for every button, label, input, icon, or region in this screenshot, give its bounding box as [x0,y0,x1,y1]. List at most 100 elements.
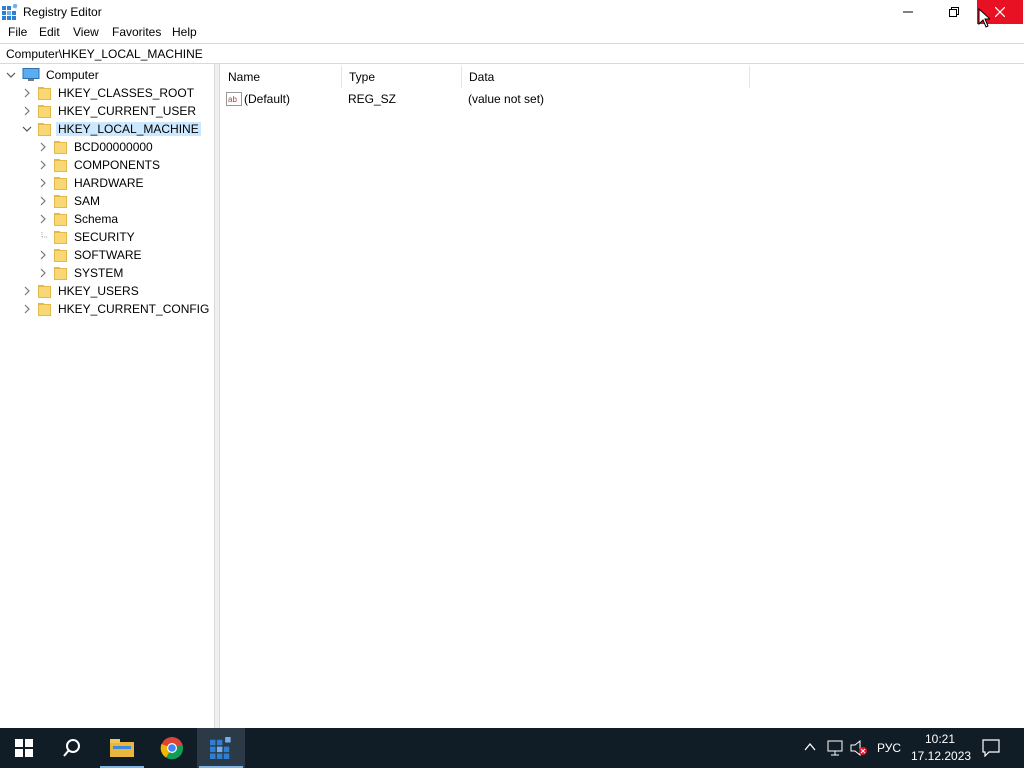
folder-icon [38,104,52,118]
tree-label: HKEY_CURRENT_CONFIG [58,302,210,316]
tree-item-hkey-current-config[interactable]: HKEY_CURRENT_CONFIG [22,300,209,318]
volume-muted-icon[interactable] [850,740,868,756]
folder-icon [54,266,68,280]
chevron-right-icon[interactable] [38,250,48,260]
chevron-right-icon[interactable] [38,142,48,152]
window-title: Registry Editor [23,5,102,19]
search-icon [63,739,80,757]
chevron-right-icon[interactable] [38,160,48,170]
folder-icon [38,122,52,136]
column-header-data[interactable]: Data [462,66,750,88]
folder-icon [54,212,68,226]
registry-editor-icon [2,4,18,20]
show-hidden-icons-icon[interactable] [804,742,816,752]
tree-item-bcd00000000[interactable]: BCD00000000 [38,138,153,156]
chevron-right-icon[interactable] [22,304,32,314]
start-button[interactable] [0,728,48,768]
close-icon [995,7,1005,17]
menu-favorites[interactable]: Favorites [112,25,161,39]
clock-time[interactable]: 10:21 [925,732,955,746]
tree-item-schema[interactable]: Schema [38,210,118,228]
chevron-right-icon[interactable] [38,268,48,278]
value-type: REG_SZ [348,92,397,106]
menu-edit[interactable]: Edit [39,25,60,39]
folder-icon [54,158,68,172]
column-header-type[interactable]: Type [342,66,462,88]
folder-icon [54,140,68,154]
tree-item-components[interactable]: COMPONENTS [38,156,160,174]
folder-icon [54,248,68,262]
start-icon [15,739,33,757]
tree-label: Computer [46,68,99,82]
folder-icon [38,284,52,298]
tree-label: BCD00000000 [74,140,153,154]
value-data: (value not set) [468,92,545,106]
address-bar[interactable]: Computer\HKEY_LOCAL_MACHINE [0,43,1024,64]
tree-item-software[interactable]: SOFTWARE [38,246,142,264]
tree-label: HKEY_LOCAL_MACHINE [56,122,201,136]
tree-label: SYSTEM [74,266,124,280]
title-bar: Registry Editor [0,0,1024,24]
chevron-right-icon[interactable] [38,178,48,188]
restore-icon [949,7,959,17]
restore-button[interactable] [931,0,977,24]
taskbar-file-explorer[interactable] [98,728,146,768]
tree-label: SOFTWARE [74,248,142,262]
tree-item-hkey-classes-root[interactable]: HKEY_CLASSES_ROOT [22,84,194,102]
folder-icon [54,194,68,208]
tree-label: Schema [74,212,119,226]
tree-item-security[interactable]: SECURITY [38,228,135,246]
network-icon[interactable] [827,740,843,756]
chevron-down-icon[interactable] [22,124,32,134]
tree-label: SECURITY [74,230,135,244]
registry-editor-icon [210,737,231,759]
minimize-icon [903,11,913,13]
chrome-icon [160,737,184,760]
tree-label: HARDWARE [74,176,144,190]
chevron-right-icon[interactable] [22,106,32,116]
tree-item-sam[interactable]: SAM [38,192,100,210]
folder-icon [54,230,68,244]
column-header-name[interactable]: Name [221,66,342,88]
tree-item-hkey-local-machine[interactable]: HKEY_LOCAL_MACHINE [22,120,201,138]
file-explorer-icon [110,739,134,757]
tree-label: HKEY_CURRENT_USER [58,104,197,118]
tree-label: COMPONENTS [74,158,161,172]
menu-file[interactable]: File [8,25,27,39]
tree-label: HKEY_CLASSES_ROOT [58,86,195,100]
string-value-icon: ab [226,92,242,106]
minimize-button[interactable] [885,0,931,24]
folder-icon [54,176,68,190]
key-tree[interactable]: Computer HKEY_CLASSES_ROOT HKEY_CURRENT_… [0,64,215,728]
chevron-down-icon[interactable] [6,70,16,80]
tree-item-hkey-users[interactable]: HKEY_USERS [22,282,139,300]
clock-date[interactable]: 17.12.2023 [911,749,971,763]
tree-item-computer[interactable]: Computer [6,66,99,84]
taskbar-registry-editor[interactable] [197,728,245,768]
notifications-icon[interactable] [982,739,1000,757]
search-button[interactable] [48,728,96,768]
svg-text:ab: ab [228,95,237,104]
tree-label: HKEY_USERS [58,284,139,298]
folder-icon [38,302,52,316]
chevron-right-icon[interactable] [38,214,48,224]
chevron-right-icon[interactable] [38,196,48,206]
tree-item-system[interactable]: SYSTEM [38,264,123,282]
value-name: (Default) [244,92,291,106]
tree-item-hkey-current-user[interactable]: HKEY_CURRENT_USER [22,102,196,120]
value-row[interactable]: ab (Default) REG_SZ (value not set) [221,90,761,108]
menu-help[interactable]: Help [172,25,197,39]
values-list[interactable]: Name Type Data ab (Default) REG_SZ (valu… [221,64,1024,728]
tree-item-hardware[interactable]: HARDWARE [38,174,144,192]
pane-splitter[interactable] [215,64,220,728]
chevron-right-icon[interactable] [22,286,32,296]
menu-bar: File Edit View Favorites Help [0,24,1024,42]
computer-icon [22,68,40,81]
chevron-right-icon[interactable] [22,88,32,98]
language-indicator[interactable]: РУС [877,741,901,755]
tree-connector-line [38,232,48,242]
taskbar-chrome[interactable] [148,728,196,768]
address-path[interactable]: Computer\HKEY_LOCAL_MACHINE [6,47,203,61]
taskbar: РУС 10:21 17.12.2023 [0,728,1024,768]
menu-view[interactable]: View [73,25,99,39]
